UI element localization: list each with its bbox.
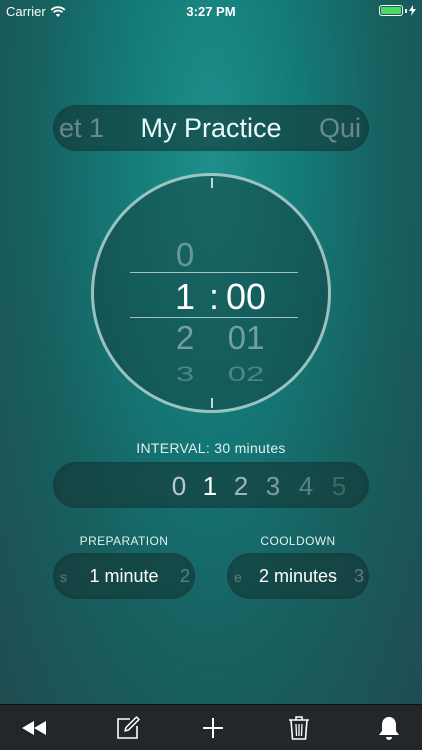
- cooldown-picker[interactable]: e 2 minutes 3: [227, 553, 369, 599]
- time-dial-picker[interactable]: 0 1 2 3 : 00 01 02: [91, 173, 331, 413]
- charging-bolt-icon: [409, 5, 416, 16]
- interval-label: INTERVAL: 30 minutes: [136, 440, 286, 456]
- bell-icon: [379, 717, 399, 740]
- rewind-icon: [22, 721, 46, 735]
- hour-option[interactable]: 0: [168, 236, 202, 274]
- cooldown-selected-option[interactable]: 2 minutes: [227, 566, 369, 587]
- status-time: 3:27 PM: [186, 4, 236, 19]
- notifications-button[interactable]: [374, 713, 404, 743]
- preparation-next-option[interactable]: 2: [180, 566, 190, 587]
- interval-option[interactable]: 0: [169, 471, 189, 502]
- status-bar: Carrier 3:27 PM: [0, 0, 422, 22]
- cooldown-label: COOLDOWN: [260, 534, 336, 548]
- preparation-picker[interactable]: s 1 minute 2: [53, 553, 195, 599]
- hour-option[interactable]: 2: [168, 319, 202, 357]
- rewind-button[interactable]: [19, 713, 49, 743]
- preparation-selected-option[interactable]: 1 minute: [53, 566, 195, 587]
- add-icon: [203, 718, 223, 738]
- interval-option[interactable]: 5: [329, 471, 349, 502]
- battery-icon: [379, 5, 403, 16]
- interval-option[interactable]: 3: [263, 471, 283, 502]
- interval-picker[interactable]: 0 1 2 3 4 5: [53, 462, 369, 508]
- minute-option[interactable]: 02: [218, 362, 274, 387]
- interval-selected-option[interactable]: 1: [200, 471, 220, 502]
- minute-option[interactable]: 01: [218, 319, 274, 357]
- dial-tick-top: [211, 178, 213, 188]
- trash-icon: [289, 716, 309, 740]
- cooldown-next-option[interactable]: 3: [354, 566, 364, 587]
- add-button[interactable]: [198, 713, 228, 743]
- battery-indicator: [379, 5, 416, 16]
- dial-tick-bottom: [211, 398, 213, 408]
- preparation-label: PREPARATION: [79, 534, 169, 548]
- edit-button[interactable]: [113, 713, 143, 743]
- delete-button[interactable]: [284, 713, 314, 743]
- hour-selected[interactable]: 1: [168, 276, 202, 318]
- practice-next-option[interactable]: Qui: [319, 113, 361, 144]
- hour-option[interactable]: 3: [168, 362, 202, 387]
- minute-selected[interactable]: 00: [218, 276, 274, 318]
- selection-line-top: [130, 272, 298, 273]
- bottom-toolbar: [0, 704, 422, 750]
- edit-icon: [117, 716, 140, 739]
- interval-option[interactable]: 2: [231, 471, 251, 502]
- interval-option[interactable]: 4: [296, 471, 316, 502]
- battery-level: [381, 7, 401, 14]
- practice-picker[interactable]: et 1 My Practice Qui: [53, 105, 369, 151]
